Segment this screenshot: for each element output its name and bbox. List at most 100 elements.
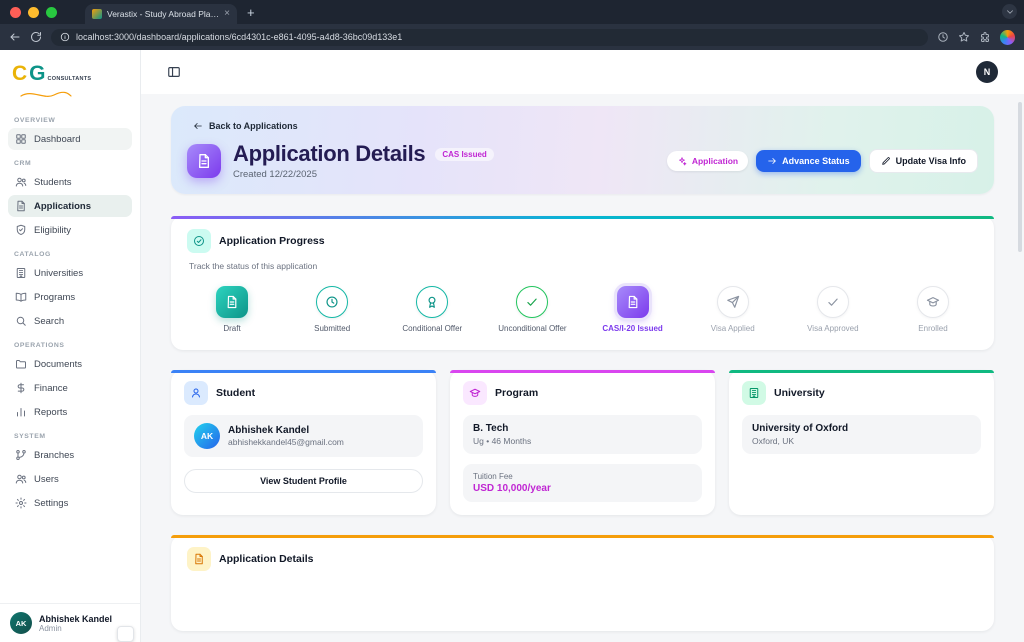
sidebar-item-programs[interactable]: Programs <box>8 286 132 308</box>
graduation-cap-icon <box>926 295 940 309</box>
app-logo[interactable]: CG CONSULTANTS <box>0 50 140 108</box>
info-icon[interactable] <box>60 32 70 42</box>
progress-title: Application Progress <box>219 235 325 247</box>
file-text-icon <box>196 153 212 169</box>
user-name: Abhishek Kandel <box>39 614 112 624</box>
step-conditional-offer[interactable]: Conditional Offer <box>391 286 473 334</box>
advance-status-button[interactable]: Advance Status <box>756 150 861 172</box>
sidebar-section-operations: OPERATIONS <box>14 342 126 349</box>
logo-swirl-decoration <box>20 91 72 99</box>
program-icon-box <box>463 381 487 405</box>
sidebar-item-label: Documents <box>34 359 82 370</box>
file-text-icon <box>193 553 205 565</box>
sidebar-item-students[interactable]: Students <box>8 171 132 193</box>
dev-tools-widget[interactable] <box>117 626 134 642</box>
sidebar-item-branches[interactable]: Branches <box>8 444 132 466</box>
sidebar-item-finance[interactable]: Finance <box>8 377 132 399</box>
dollar-icon <box>15 382 27 394</box>
student-email: abhishekkandel45@gmail.com <box>228 437 344 447</box>
sidebar-section-system: SYSTEM <box>14 433 126 440</box>
step-cas-i20-issued[interactable]: CAS/I-20 Issued <box>592 286 674 334</box>
file-text-icon <box>15 200 27 212</box>
application-progress-card: Application Progress Track the status of… <box>171 216 994 350</box>
app-shell: CG CONSULTANTS OVERVIEW Dashboard CRM St… <box>0 50 1024 642</box>
address-bar[interactable]: localhost:3000/dashboard/applications/6c… <box>51 29 928 46</box>
sidebar-item-search[interactable]: Search <box>8 310 132 332</box>
page-content: Back to Applications Application Details… <box>141 94 1024 642</box>
tab-favicon <box>92 9 102 19</box>
award-icon <box>425 295 439 309</box>
window-close-button[interactable] <box>10 7 21 18</box>
history-icon[interactable] <box>937 31 949 43</box>
sparkles-icon <box>677 156 687 166</box>
check-icon <box>525 295 539 309</box>
app-topbar: N <box>141 50 1024 94</box>
grid-icon <box>15 133 27 145</box>
page-scrollbar[interactable] <box>1018 102 1022 252</box>
arrow-right-icon <box>767 156 777 166</box>
avatar: AK <box>10 612 32 634</box>
window-minimize-button[interactable] <box>28 7 39 18</box>
step-visa-approved[interactable]: Visa Approved <box>792 286 874 334</box>
status-badge: CAS Issued <box>435 148 493 161</box>
application-button[interactable]: Application <box>667 151 748 171</box>
clock-icon <box>325 295 339 309</box>
step-unconditional-offer[interactable]: Unconditional Offer <box>491 286 573 334</box>
sidebar-item-label: Applications <box>34 201 91 212</box>
tab-title: Verastix - Study Abroad Platform <box>107 9 219 19</box>
sidebar-section-crm: CRM <box>14 160 126 167</box>
back-to-applications-button[interactable]: Back to Applications <box>187 117 304 135</box>
gear-icon <box>15 497 27 509</box>
sidebar-item-settings[interactable]: Settings <box>8 492 132 514</box>
shield-check-icon <box>15 224 27 236</box>
step-visa-applied[interactable]: Visa Applied <box>692 286 774 334</box>
university-card: University University of Oxford Oxford, … <box>729 370 994 515</box>
graduation-cap-icon <box>469 387 481 399</box>
sidebar-item-reports[interactable]: Reports <box>8 401 132 423</box>
sidebar-item-dashboard[interactable]: Dashboard <box>8 128 132 150</box>
sidebar-item-eligibility[interactable]: Eligibility <box>8 219 132 241</box>
page-title: Application Details <box>233 141 425 167</box>
sidebar-item-users[interactable]: Users <box>8 468 132 490</box>
university-name: University of Oxford <box>752 423 971 434</box>
application-icon <box>187 144 221 178</box>
step-draft[interactable]: Draft <box>191 286 273 334</box>
update-visa-info-button[interactable]: Update Visa Info <box>869 149 978 173</box>
student-icon-box <box>184 381 208 405</box>
chevron-down-icon[interactable] <box>1002 4 1017 19</box>
check-circle-icon <box>193 235 205 247</box>
sidebar-item-label: Eligibility <box>34 225 71 236</box>
sidebar-item-documents[interactable]: Documents <box>8 353 132 375</box>
program-card: Program B. Tech Ug • 46 Months Tuition F… <box>450 370 715 515</box>
tab-close-icon[interactable]: × <box>224 9 230 19</box>
sidebar-item-applications[interactable]: Applications <box>8 195 132 217</box>
account-avatar[interactable]: N <box>976 61 998 83</box>
bookmark-star-icon[interactable] <box>958 31 970 43</box>
logo-letter-g: G <box>29 62 45 86</box>
git-branch-icon <box>15 449 27 461</box>
step-submitted[interactable]: Submitted <box>291 286 373 334</box>
building-icon <box>748 387 760 399</box>
view-student-profile-button[interactable]: View Student Profile <box>184 469 423 493</box>
new-tab-button[interactable]: + <box>247 5 255 20</box>
program-summary: B. Tech Ug • 46 Months <box>463 415 702 454</box>
browser-tab[interactable]: Verastix - Study Abroad Platform × <box>85 4 237 24</box>
logo-name: CONSULTANTS <box>48 76 92 82</box>
student-card: Student AK Abhishek Kandel abhishekkande… <box>171 370 436 515</box>
bar-chart-icon <box>15 406 27 418</box>
student-card-title: Student <box>216 387 255 399</box>
users-icon <box>15 473 27 485</box>
sidebar-item-universities[interactable]: Universities <box>8 262 132 284</box>
browser-profile-avatar[interactable] <box>1000 30 1015 45</box>
reload-icon[interactable] <box>30 31 42 43</box>
back-icon[interactable] <box>9 31 21 43</box>
user-role: Admin <box>39 624 112 633</box>
step-enrolled[interactable]: Enrolled <box>892 286 974 334</box>
program-name: B. Tech <box>473 423 692 434</box>
window-zoom-button[interactable] <box>46 7 57 18</box>
summary-cards-row: Student AK Abhishek Kandel abhishekkande… <box>171 370 994 515</box>
extensions-puzzle-icon[interactable] <box>979 31 991 43</box>
sidebar-toggle-icon[interactable] <box>167 65 181 79</box>
arrow-left-icon <box>193 121 203 131</box>
browser-titlebar: Verastix - Study Abroad Platform × + <box>0 0 1024 24</box>
